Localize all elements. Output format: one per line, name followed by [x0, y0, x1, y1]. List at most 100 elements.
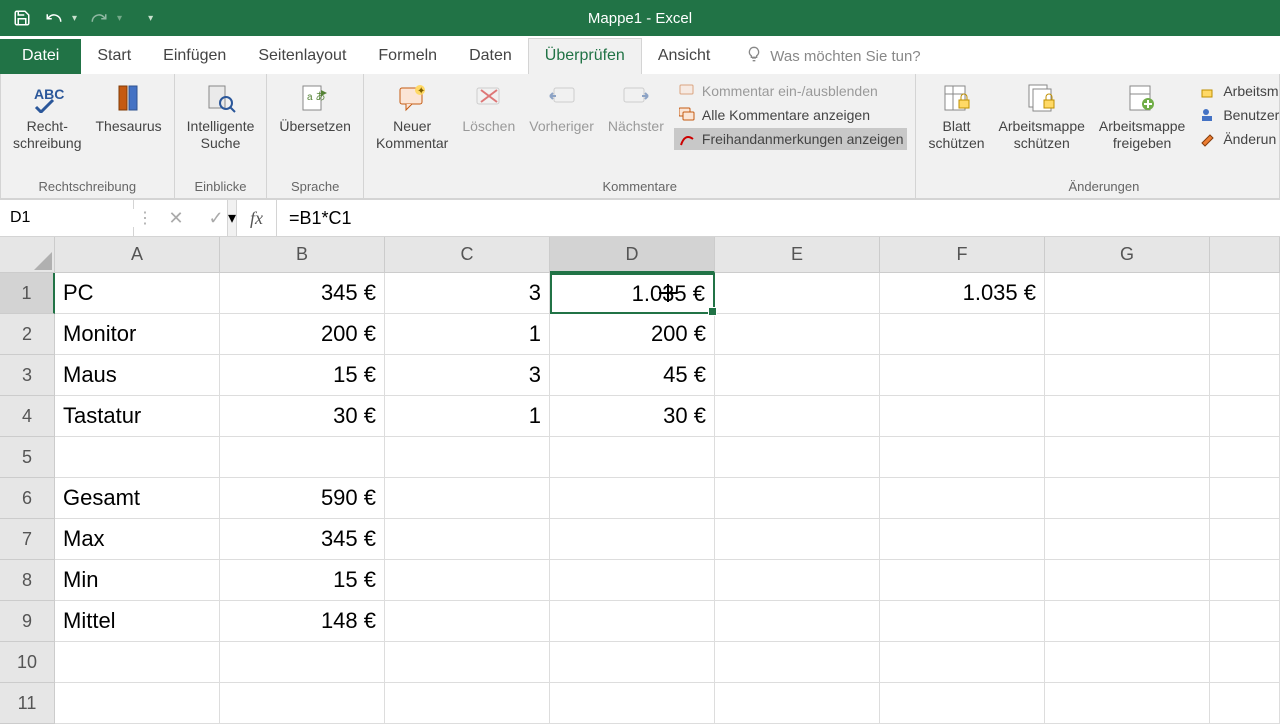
thesaurus-button[interactable]: Thesaurus [92, 78, 166, 137]
protect-sheet-button[interactable]: Blatt schützen [924, 78, 988, 154]
cell-G11[interactable] [1045, 683, 1210, 724]
cell-A4[interactable]: Tastatur [55, 396, 220, 437]
cell-G8[interactable] [1045, 560, 1210, 601]
cell-E6[interactable] [715, 478, 880, 519]
cell-H7[interactable] [1210, 519, 1280, 560]
next-comment-button[interactable]: Nächster [604, 78, 668, 137]
redo-icon[interactable] [89, 8, 109, 28]
tab-view[interactable]: Ansicht [642, 39, 726, 74]
column-header-F[interactable]: F [880, 237, 1045, 273]
row-header-11[interactable]: 11 [0, 683, 55, 724]
enter-formula-button[interactable]: ✓ [196, 208, 236, 229]
column-header-D[interactable]: D [550, 237, 715, 273]
cell-E3[interactable] [715, 355, 880, 396]
row-header-2[interactable]: 2 [0, 314, 55, 355]
cell-D10[interactable] [550, 642, 715, 683]
tab-insert[interactable]: Einfügen [147, 39, 242, 74]
cell-D8[interactable] [550, 560, 715, 601]
row-header-7[interactable]: 7 [0, 519, 55, 560]
cell-G3[interactable] [1045, 355, 1210, 396]
cell-D1[interactable]: 1.035 € [550, 273, 715, 314]
cell-E5[interactable] [715, 437, 880, 478]
save-icon[interactable] [12, 8, 32, 28]
show-ink-button[interactable]: Freihandanmerkungen anzeigen [674, 128, 908, 150]
cell-B6[interactable]: 590 € [220, 478, 385, 519]
cell-G4[interactable] [1045, 396, 1210, 437]
cell-F9[interactable] [880, 601, 1045, 642]
cell-D6[interactable] [550, 478, 715, 519]
cell-C8[interactable] [385, 560, 550, 601]
cell-C5[interactable] [385, 437, 550, 478]
cell-D9[interactable] [550, 601, 715, 642]
cell-G5[interactable] [1045, 437, 1210, 478]
share-workbook-button[interactable]: Arbeitsmappe freigeben [1095, 78, 1189, 154]
cell-B5[interactable] [220, 437, 385, 478]
tab-review[interactable]: Überprüfen [528, 38, 642, 74]
translate-button[interactable]: a あ Übersetzen [275, 78, 355, 137]
cell-B7[interactable]: 345 € [220, 519, 385, 560]
cell-H9[interactable] [1210, 601, 1280, 642]
cell-A6[interactable]: Gesamt [55, 478, 220, 519]
cell-B4[interactable]: 30 € [220, 396, 385, 437]
cell-E1[interactable] [715, 273, 880, 314]
cell-H2[interactable] [1210, 314, 1280, 355]
cell-C4[interactable]: 1 [385, 396, 550, 437]
cell-F5[interactable] [880, 437, 1045, 478]
cell-G7[interactable] [1045, 519, 1210, 560]
tab-home[interactable]: Start [81, 39, 147, 74]
cell-H3[interactable] [1210, 355, 1280, 396]
protect-share-button[interactable]: Arbeitsm [1195, 80, 1280, 102]
column-header-A[interactable]: A [55, 237, 220, 273]
cell-D5[interactable] [550, 437, 715, 478]
cell-D4[interactable]: 30 € [550, 396, 715, 437]
undo-icon[interactable] [44, 8, 64, 28]
cell-B10[interactable] [220, 642, 385, 683]
tab-file[interactable]: Datei [0, 39, 81, 74]
cell-H10[interactable] [1210, 642, 1280, 683]
cell-C2[interactable]: 1 [385, 314, 550, 355]
row-header-3[interactable]: 3 [0, 355, 55, 396]
track-changes-button[interactable]: Änderun [1195, 128, 1280, 150]
cell-C6[interactable] [385, 478, 550, 519]
cell-B9[interactable]: 148 € [220, 601, 385, 642]
cell-A10[interactable] [55, 642, 220, 683]
cell-D2[interactable]: 200 € [550, 314, 715, 355]
cell-B1[interactable]: 345 € [220, 273, 385, 314]
cell-A8[interactable]: Min [55, 560, 220, 601]
cell-F8[interactable] [880, 560, 1045, 601]
cell-D3[interactable]: 45 € [550, 355, 715, 396]
row-header-10[interactable]: 10 [0, 642, 55, 683]
cell-F11[interactable] [880, 683, 1045, 724]
cell-E2[interactable] [715, 314, 880, 355]
cell-F6[interactable] [880, 478, 1045, 519]
tab-formulas[interactable]: Formeln [362, 39, 453, 74]
cell-G1[interactable] [1045, 273, 1210, 314]
select-all-corner[interactable] [0, 237, 55, 273]
cell-A7[interactable]: Max [55, 519, 220, 560]
cell-F4[interactable] [880, 396, 1045, 437]
cell-H4[interactable] [1210, 396, 1280, 437]
qat-customize-icon[interactable]: ▾ [148, 13, 153, 24]
cell-G6[interactable] [1045, 478, 1210, 519]
smart-lookup-button[interactable]: Intelligente Suche [183, 78, 259, 154]
row-header-6[interactable]: 6 [0, 478, 55, 519]
cell-F10[interactable] [880, 642, 1045, 683]
cell-D11[interactable] [550, 683, 715, 724]
cell-C7[interactable] [385, 519, 550, 560]
cell-G9[interactable] [1045, 601, 1210, 642]
cell-E11[interactable] [715, 683, 880, 724]
cell-E4[interactable] [715, 396, 880, 437]
previous-comment-button[interactable]: Vorheriger [525, 78, 598, 137]
cell-F7[interactable] [880, 519, 1045, 560]
cell-A9[interactable]: Mittel [55, 601, 220, 642]
allow-users-button[interactable]: Benutzer [1195, 104, 1280, 126]
tell-me-search[interactable]: Was möchten Sie tun? [746, 38, 920, 74]
cell-E9[interactable] [715, 601, 880, 642]
column-header-E[interactable]: E [715, 237, 880, 273]
cell-A2[interactable]: Monitor [55, 314, 220, 355]
show-all-comments-button[interactable]: Alle Kommentare anzeigen [674, 104, 908, 126]
row-header-4[interactable]: 4 [0, 396, 55, 437]
column-header-G[interactable]: G [1045, 237, 1210, 273]
redo-dropdown-icon[interactable]: ▾ [117, 13, 122, 24]
cell-A5[interactable] [55, 437, 220, 478]
